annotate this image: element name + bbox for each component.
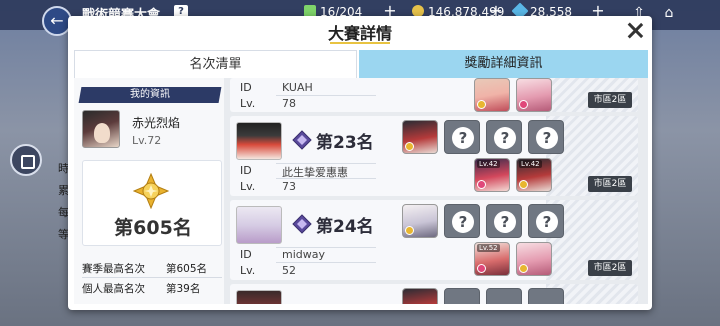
player-level: 52: [282, 264, 296, 277]
team-card[interactable]: [402, 204, 438, 238]
team-card[interactable]: [402, 120, 438, 154]
heart-badge-icon: [519, 100, 528, 109]
divider: [276, 262, 376, 263]
tab-bar: 名次清單 獎勵詳細資訊: [74, 50, 648, 78]
question-mark-icon: ?: [452, 127, 474, 149]
district-badge: 市區2區: [588, 176, 632, 192]
ranking-entry[interactable]: 第24名 ID midway Lv. 52 ? ? ? Lv.52 市區2區: [230, 200, 638, 280]
my-info-header-label: 我的資訊: [130, 89, 170, 100]
star-badge-icon: [405, 226, 414, 235]
team-card[interactable]: Lv.52: [474, 242, 510, 276]
player-avatar[interactable]: [236, 206, 282, 244]
question-mark-icon: ?: [536, 127, 558, 149]
title-underline: [330, 42, 390, 44]
heart-badge-icon: [477, 180, 486, 189]
rank-tier-icon: [292, 130, 312, 150]
player-id: KUAH: [282, 81, 313, 94]
personal-best-rank: 個人最高名次 第39名: [82, 281, 200, 296]
ranking-entry[interactable]: [230, 284, 638, 304]
lv-label: Lv.: [240, 264, 256, 277]
question-mark-icon: ?: [452, 211, 474, 233]
id-label: ID: [240, 164, 252, 177]
lv-label: Lv.: [240, 97, 256, 110]
hidden-card[interactable]: ?: [444, 120, 480, 154]
entry-rank: 第23名: [316, 133, 374, 153]
district-badge: 市區2區: [588, 92, 632, 108]
hidden-card[interactable]: ?: [528, 120, 564, 154]
hidden-card[interactable]: ?: [528, 204, 564, 238]
star-badge-icon: [519, 180, 528, 189]
rank-emblem-icon: [133, 173, 169, 209]
divider: [82, 277, 222, 278]
tab-ranking-list[interactable]: 名次清單: [74, 50, 357, 78]
home-icon[interactable]: ⌂: [660, 4, 678, 22]
tab-reward-details[interactable]: 獎勵詳細資訊: [359, 50, 648, 78]
card-level: Lv.52: [477, 244, 500, 252]
modal-title: 大賽詳情: [327, 24, 392, 43]
lv-label: Lv.: [240, 180, 256, 193]
team-card[interactable]: [516, 242, 552, 276]
question-mark-icon: ?: [494, 211, 516, 233]
season-best-value: 第605名: [166, 263, 208, 275]
divider: [276, 95, 376, 96]
question-mark-icon: ?: [494, 127, 516, 149]
my-level: Lv.72: [132, 134, 162, 147]
team-card[interactable]: [516, 78, 552, 112]
season-best-label: 賽季最高名次: [82, 263, 145, 275]
player-avatar[interactable]: [236, 290, 282, 304]
hidden-card[interactable]: [444, 288, 480, 304]
hidden-card[interactable]: ?: [486, 120, 522, 154]
my-info-panel: 我的資訊 赤光烈焰 Lv.72 第605名 賽季最高名次 第605名 個人最高名次…: [74, 78, 224, 304]
ranking-entry[interactable]: ID KUAH Lv. 78 市區2區: [230, 78, 638, 112]
hidden-card[interactable]: [528, 288, 564, 304]
hidden-card[interactable]: ?: [486, 204, 522, 238]
star-badge-icon: [477, 100, 486, 109]
district-badge: 市區2區: [588, 260, 632, 276]
entry-rank: 第24名: [316, 217, 374, 237]
contest-details-modal: 大賽詳情 名次清單 獎勵詳細資訊 我的資訊 赤光烈焰 Lv.72 第605名 賽…: [68, 16, 652, 310]
card-level: Lv.42: [519, 160, 542, 168]
player-level: 78: [282, 97, 296, 110]
personal-best-label: 個人最高名次: [82, 283, 145, 295]
hidden-card[interactable]: [486, 288, 522, 304]
my-rank-card: 第605名: [82, 160, 222, 246]
ranking-entry[interactable]: 第23名 ID 此生挚爱惠惠 Lv. 73 ? ? ? Lv.42 Lv.42 …: [230, 116, 638, 196]
id-label: ID: [240, 81, 252, 94]
hidden-card[interactable]: ?: [444, 204, 480, 238]
my-name: 赤光烈焰: [132, 116, 181, 130]
personal-best-value: 第39名: [166, 283, 201, 295]
team-card[interactable]: [402, 288, 438, 304]
team-card[interactable]: [474, 78, 510, 112]
ranking-list[interactable]: ID KUAH Lv. 78 市區2區 第23名 ID 此生挚爱惠惠 Lv. 7…: [230, 78, 646, 304]
team-card[interactable]: Lv.42: [516, 158, 552, 192]
square-toggle-button[interactable]: [10, 144, 42, 176]
player-level: 73: [282, 180, 296, 193]
team-card[interactable]: Lv.42: [474, 158, 510, 192]
star-badge-icon: [519, 264, 528, 273]
close-icon[interactable]: [624, 20, 646, 42]
rank-tier-icon: [292, 214, 312, 234]
player-avatar[interactable]: [236, 122, 282, 160]
my-avatar[interactable]: [82, 110, 120, 148]
my-info-header: 我的資訊: [78, 87, 222, 103]
my-rank: 第605名: [114, 217, 192, 239]
heart-badge-icon: [477, 264, 486, 273]
question-mark-icon: ?: [536, 211, 558, 233]
divider: [276, 178, 376, 179]
season-best-rank: 賽季最高名次 第605名: [82, 261, 207, 276]
id-label: ID: [240, 248, 252, 261]
player-id: midway: [282, 248, 326, 261]
star-badge-icon: [405, 142, 414, 151]
tab-content: 我的資訊 赤光烈焰 Lv.72 第605名 賽季最高名次 第605名 個人最高名次…: [74, 78, 648, 304]
card-level: Lv.42: [477, 160, 500, 168]
